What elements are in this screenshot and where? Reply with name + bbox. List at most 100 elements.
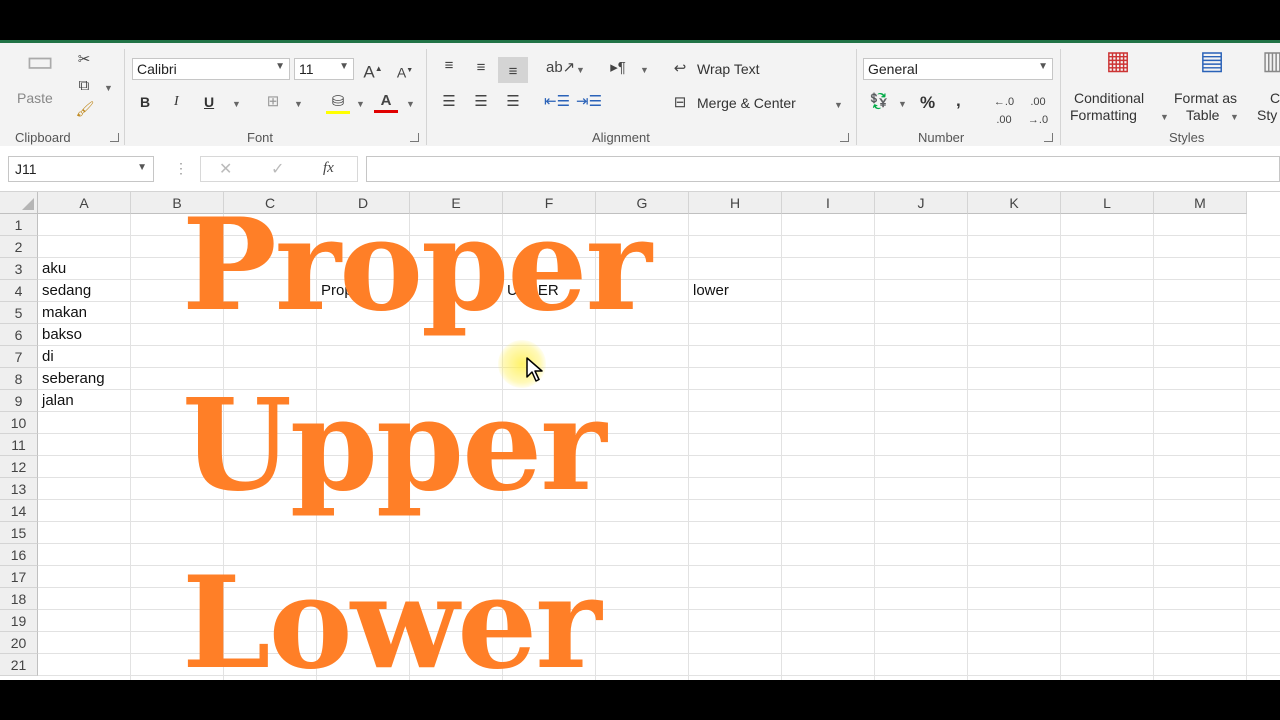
row-header-18[interactable]: 18: [0, 588, 38, 610]
borders-dropdown-icon[interactable]: ▼: [294, 99, 303, 109]
accounting-dropdown-icon[interactable]: ▼: [898, 99, 907, 109]
paste-icon[interactable]: ▭: [20, 47, 60, 89]
format-as-table-icon[interactable]: ▤: [1192, 47, 1232, 87]
paste-button[interactable]: Paste: [17, 90, 53, 106]
row-header-6[interactable]: 6: [0, 324, 38, 346]
text-direction-icon[interactable]: ▸¶: [606, 59, 630, 77]
cell-h4[interactable]: lower: [689, 280, 729, 302]
format-table-dropdown-icon[interactable]: ▼: [1230, 112, 1239, 122]
cell-a7[interactable]: di: [38, 346, 54, 368]
percent-style-button[interactable]: %: [920, 93, 935, 113]
row-header-1[interactable]: 1: [0, 214, 38, 236]
decrease-decimal-icon[interactable]: .00 →.0: [1024, 93, 1052, 129]
copy-icon[interactable]: ⧉: [72, 77, 96, 95]
cell-a6[interactable]: bakso: [38, 324, 82, 346]
decrease-font-icon[interactable]: A▼: [394, 62, 416, 82]
merge-center-icon[interactable]: ⊟: [668, 94, 692, 112]
row-header-9[interactable]: 9: [0, 390, 38, 412]
row-header-3[interactable]: 3: [0, 258, 38, 280]
comma-style-button[interactable]: ,: [956, 91, 961, 111]
font-size-select[interactable]: 11 ▼: [294, 58, 354, 80]
row-header-12[interactable]: 12: [0, 456, 38, 478]
chevron-down-icon[interactable]: ▼: [137, 162, 147, 173]
orientation-dropdown-icon[interactable]: ▼: [576, 65, 585, 75]
underline-button[interactable]: U: [204, 94, 214, 110]
increase-font-icon[interactable]: A▲: [362, 60, 384, 82]
row-header-7[interactable]: 7: [0, 346, 38, 368]
row-header-16[interactable]: 16: [0, 544, 38, 566]
conditional-formatting-line2[interactable]: Formatting: [1070, 107, 1137, 123]
increase-indent-icon[interactable]: ⇥☰: [576, 93, 602, 111]
cell-a9[interactable]: jalan: [38, 390, 74, 412]
column-header-k[interactable]: K: [968, 192, 1061, 214]
cell-styles-line1[interactable]: C: [1270, 90, 1280, 106]
align-bottom-icon[interactable]: ≡: [498, 57, 528, 83]
row-header-11[interactable]: 11: [0, 434, 38, 456]
column-header-h[interactable]: H: [689, 192, 782, 214]
align-middle-icon[interactable]: ≡: [470, 59, 492, 77]
row-header-4[interactable]: 4: [0, 280, 38, 302]
row-header-5[interactable]: 5: [0, 302, 38, 324]
accounting-format-icon[interactable]: 💱: [866, 93, 892, 111]
column-header-i[interactable]: I: [782, 192, 875, 214]
insert-function-button[interactable]: fx: [323, 160, 334, 177]
row-header-20[interactable]: 20: [0, 632, 38, 654]
column-header-l[interactable]: L: [1061, 192, 1154, 214]
row-header-14[interactable]: 14: [0, 500, 38, 522]
cancel-icon[interactable]: ✕: [219, 159, 232, 179]
conditional-formatting-line1[interactable]: Conditional: [1074, 90, 1144, 106]
formula-bar-handle-icon[interactable]: ⋮: [174, 160, 188, 177]
alignment-launcher-icon[interactable]: [840, 133, 849, 142]
decrease-indent-icon[interactable]: ⇤☰: [544, 93, 570, 111]
row-header-10[interactable]: 10: [0, 412, 38, 434]
cell-a4[interactable]: sedang: [38, 280, 91, 302]
row-header-13[interactable]: 13: [0, 478, 38, 500]
align-right-icon[interactable]: ☰: [502, 93, 524, 111]
underline-dropdown-icon[interactable]: ▼: [232, 99, 241, 109]
format-painter-icon[interactable]: 🖌: [74, 101, 96, 119]
wrap-text-icon[interactable]: ↩: [668, 60, 692, 78]
name-box[interactable]: J11 ▼: [8, 156, 154, 182]
cell-a8[interactable]: seberang: [38, 368, 105, 390]
font-color-dropdown-icon[interactable]: ▼: [406, 99, 415, 109]
format-as-table-line1[interactable]: Format as: [1174, 90, 1237, 106]
row-header-21[interactable]: 21: [0, 654, 38, 676]
align-left-icon[interactable]: ☰: [438, 93, 460, 111]
borders-icon[interactable]: ⊞: [262, 93, 284, 111]
number-launcher-icon[interactable]: [1044, 133, 1053, 142]
merge-dropdown-icon[interactable]: ▼: [834, 100, 843, 110]
font-color-icon[interactable]: A: [374, 92, 398, 113]
orientation-icon[interactable]: ab↗: [546, 59, 575, 77]
cell-a5[interactable]: makan: [38, 302, 87, 324]
conditional-dropdown-icon[interactable]: ▼: [1160, 112, 1169, 122]
merge-center-button[interactable]: Merge & Center: [697, 95, 796, 111]
font-launcher-icon[interactable]: [410, 133, 419, 142]
cell-styles-icon[interactable]: ▥: [1262, 51, 1280, 87]
fill-color-dropdown-icon[interactable]: ▼: [356, 99, 365, 109]
row-header-8[interactable]: 8: [0, 368, 38, 390]
row-header-15[interactable]: 15: [0, 522, 38, 544]
format-as-table-line2[interactable]: Table: [1186, 107, 1219, 123]
row-header-19[interactable]: 19: [0, 610, 38, 632]
column-header-j[interactable]: J: [875, 192, 968, 214]
bold-button[interactable]: B: [140, 94, 150, 110]
italic-button[interactable]: I: [174, 94, 179, 110]
increase-decimal-icon[interactable]: ←.0.00: [990, 93, 1018, 129]
align-top-icon[interactable]: ≡: [438, 57, 460, 75]
formula-input[interactable]: [366, 156, 1280, 182]
conditional-formatting-icon[interactable]: ▦: [1098, 47, 1138, 87]
font-name-select[interactable]: Calibri ▼: [132, 58, 290, 80]
select-all-corner[interactable]: [0, 192, 38, 214]
column-header-m[interactable]: M: [1154, 192, 1247, 214]
align-center-icon[interactable]: ☰: [470, 93, 492, 111]
wrap-text-button[interactable]: Wrap Text: [697, 61, 760, 77]
enter-icon[interactable]: ✓: [271, 159, 284, 179]
copy-dropdown-icon[interactable]: ▼: [104, 83, 113, 93]
number-format-select[interactable]: General ▼: [863, 58, 1053, 80]
cell-a3[interactable]: aku: [38, 258, 66, 280]
cut-icon[interactable]: ✂: [74, 51, 94, 69]
cell-styles-line2[interactable]: Sty: [1257, 107, 1277, 123]
fill-color-icon[interactable]: ⛁: [326, 93, 350, 114]
row-header-2[interactable]: 2: [0, 236, 38, 258]
text-direction-dropdown-icon[interactable]: ▼: [640, 65, 649, 75]
